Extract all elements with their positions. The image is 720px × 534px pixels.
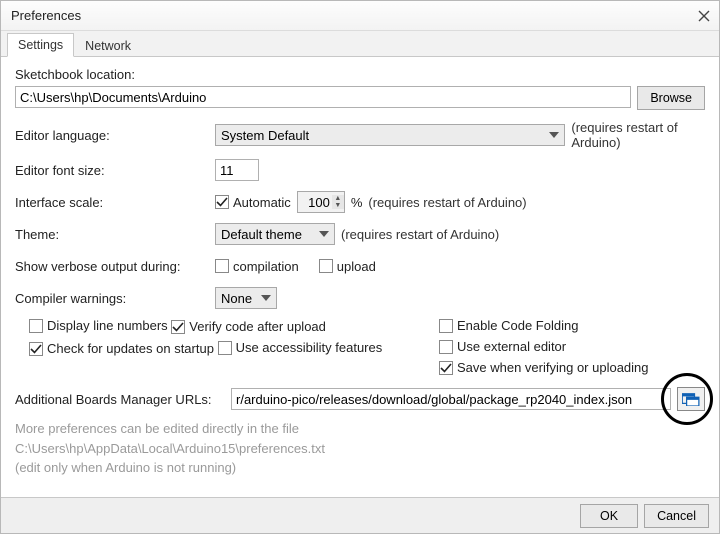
display-line-numbers-label: Display line numbers (47, 318, 168, 333)
verify-code-label: Verify code after upload (189, 319, 326, 334)
upload-check[interactable]: upload (319, 259, 376, 274)
font-size-input[interactable] (215, 159, 259, 181)
ok-button[interactable]: OK (580, 504, 638, 528)
editor-language-label: Editor language: (15, 128, 110, 143)
theme-select[interactable]: Default theme (215, 223, 335, 245)
check-updates-label: Check for updates on startup (47, 341, 214, 356)
font-size-label: Editor font size: (15, 163, 105, 178)
external-editor-check[interactable]: Use external editor (439, 339, 566, 354)
check-updates-check[interactable]: Check for updates on startup (29, 341, 214, 356)
tab-bar: Settings Network (1, 31, 719, 57)
preferences-window: Preferences Settings Network Sketchbook … (0, 0, 720, 534)
save-verifying-label: Save when verifying or uploading (457, 360, 649, 375)
scale-input[interactable] (298, 192, 332, 212)
window-title: Preferences (11, 8, 81, 23)
tab-network[interactable]: Network (74, 34, 142, 57)
compilation-label: compilation (233, 259, 299, 274)
edit-urls-button[interactable] (677, 387, 705, 411)
scale-down-icon[interactable]: ▼ (332, 202, 344, 209)
scale-stepper[interactable]: ▲ ▼ (297, 191, 345, 213)
verbose-label: Show verbose output during: (15, 259, 181, 274)
automatic-scale-check[interactable]: Automatic (215, 195, 291, 210)
restart-hint-1: (requires restart of Arduino) (571, 120, 705, 150)
code-folding-label: Enable Code Folding (457, 318, 578, 333)
additional-urls-input[interactable] (231, 388, 671, 410)
save-verifying-check[interactable]: Save when verifying or uploading (439, 360, 649, 375)
restart-hint-3: (requires restart of Arduino) (341, 227, 499, 242)
restart-hint-2: (requires restart of Arduino) (368, 195, 526, 210)
dialog-footer: OK Cancel (1, 497, 719, 533)
browse-button[interactable]: Browse (637, 86, 705, 110)
accessibility-check[interactable]: Use accessibility features (218, 340, 383, 355)
scale-up-icon[interactable]: ▲ (332, 195, 344, 202)
sketchbook-label: Sketchbook location: (15, 67, 135, 82)
compiler-warnings-label: Compiler warnings: (15, 291, 126, 306)
automatic-label: Automatic (233, 195, 291, 210)
editor-language-select[interactable]: System Default (215, 124, 565, 146)
interface-scale-label: Interface scale: (15, 195, 103, 210)
theme-label: Theme: (15, 227, 59, 242)
more-prefs-note: More preferences can be edited directly … (15, 419, 705, 439)
code-folding-check[interactable]: Enable Code Folding (439, 318, 578, 333)
compilation-check[interactable]: compilation (215, 259, 299, 274)
compiler-warnings-select[interactable]: None (215, 287, 277, 309)
upload-label: upload (337, 259, 376, 274)
additional-urls-label: Additional Boards Manager URLs: (15, 392, 225, 407)
sketchbook-path-input[interactable] (15, 86, 631, 108)
accessibility-label: Use accessibility features (236, 340, 383, 355)
external-editor-label: Use external editor (457, 339, 566, 354)
close-icon[interactable] (697, 9, 711, 23)
edit-only-note: (edit only when Arduino is not running) (15, 458, 705, 478)
tab-settings[interactable]: Settings (7, 33, 74, 57)
window-icon (682, 392, 700, 406)
title-bar: Preferences (1, 1, 719, 31)
prefs-path: C:\Users\hp\AppData\Local\Arduino15\pref… (15, 439, 705, 459)
preferences-path-note: More preferences can be edited directly … (15, 419, 705, 478)
percent-label: % (351, 195, 363, 210)
cancel-button[interactable]: Cancel (644, 504, 709, 528)
display-line-numbers-check[interactable]: Display line numbers (29, 318, 168, 333)
verify-code-check[interactable]: Verify code after upload (171, 319, 326, 334)
